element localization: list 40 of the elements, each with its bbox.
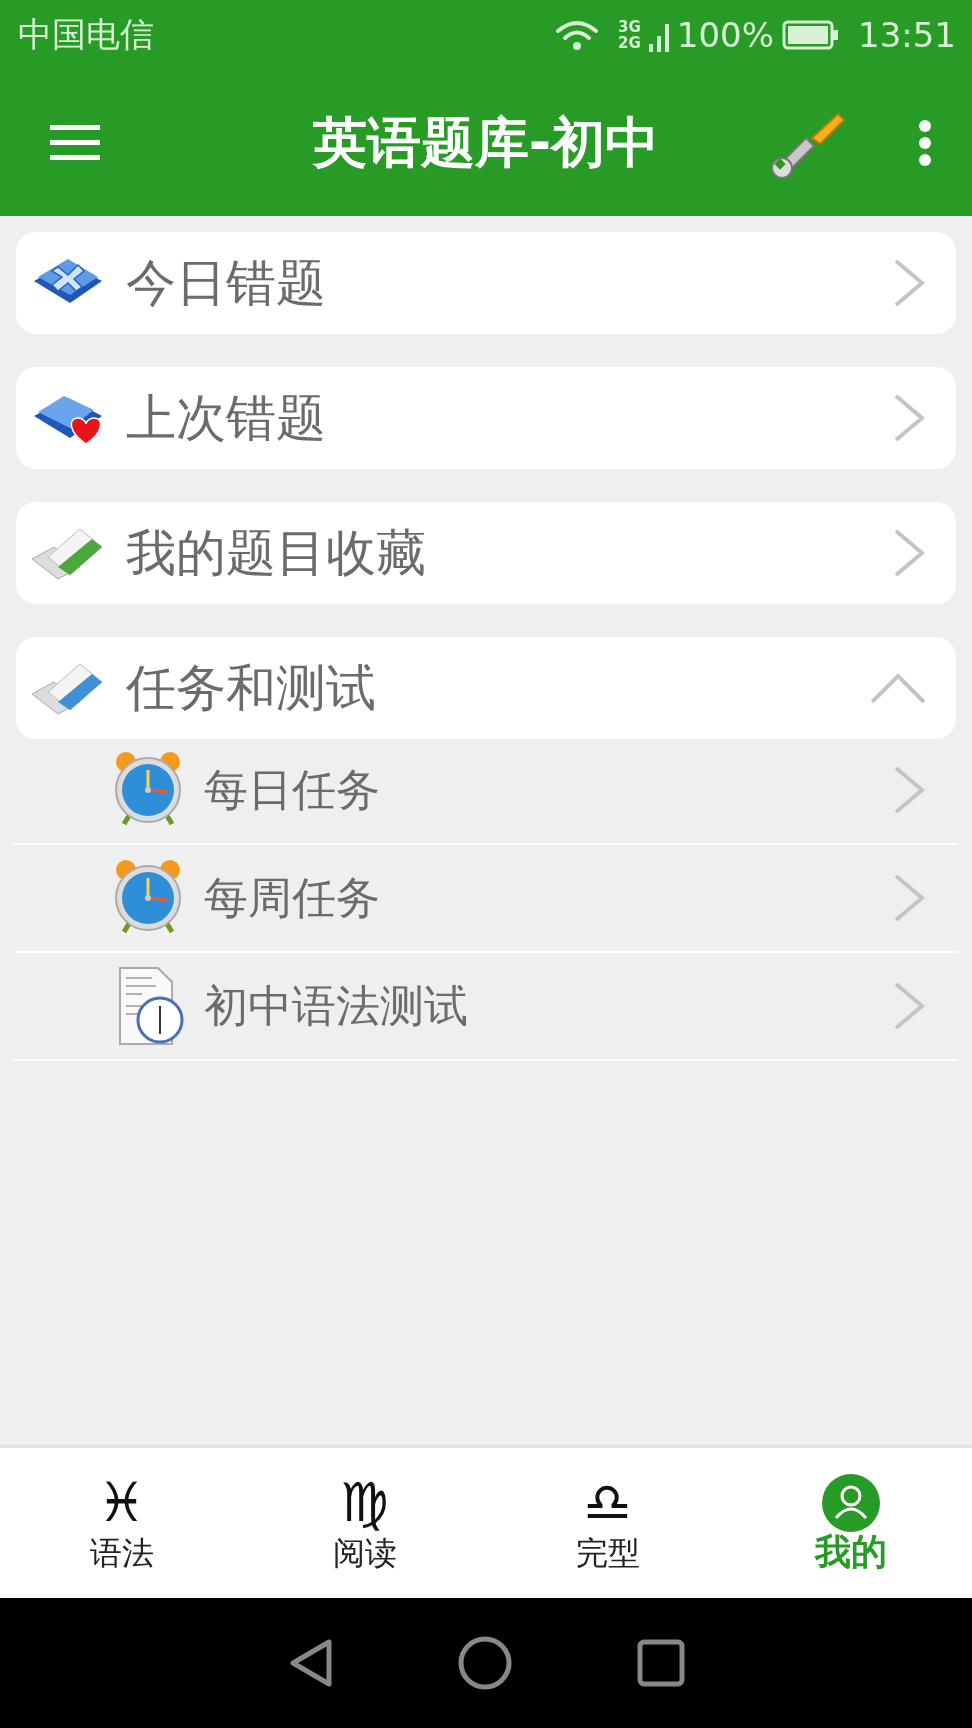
menu-card[interactable]: 上次错题: [16, 367, 956, 469]
clock-time: 13:51: [858, 15, 956, 55]
menu-label: 上次错题: [126, 387, 327, 449]
tab[interactable]: 我的: [729, 1448, 972, 1598]
menu-label: 今日错题: [126, 252, 327, 314]
menu-card[interactable]: 任务和测试: [16, 637, 956, 739]
chevron-right-icon[interactable]: [892, 872, 928, 924]
submenu-row[interactable]: 每日任务: [14, 737, 958, 845]
zodiac-icon: ♍: [340, 1473, 389, 1533]
menu-label: 任务和测试: [126, 657, 377, 719]
submenu-label: 初中语法测试: [204, 978, 469, 1033]
chevron-right-icon[interactable]: [892, 257, 928, 309]
zodiac-icon: ♓: [97, 1473, 146, 1533]
submenu-label: 每周任务: [204, 870, 381, 925]
network-type-label: 2G: [618, 35, 641, 51]
tab[interactable]: ♍ 阅读: [243, 1448, 486, 1598]
chevron-right-icon[interactable]: [892, 392, 928, 444]
menu-label: 我的题目收藏: [126, 522, 427, 584]
network-type-label: 3G: [618, 19, 641, 35]
submenu-row[interactable]: 每周任务: [14, 845, 958, 953]
chevron-right-icon[interactable]: [892, 764, 928, 816]
submenu-row[interactable]: 初中语法测试: [14, 953, 958, 1061]
tab[interactable]: ♓ 语法: [0, 1448, 243, 1598]
tab[interactable]: ♎ 完型: [486, 1448, 729, 1598]
battery-percent: 100%: [676, 15, 774, 55]
submenu-label: 每日任务: [204, 762, 381, 817]
zodiac-icon: ♎: [583, 1473, 632, 1533]
chevron-right-icon[interactable]: [892, 980, 928, 1032]
back-icon[interactable]: [287, 1638, 333, 1688]
menu-card[interactable]: 今日错题: [16, 232, 956, 334]
person-icon: [821, 1474, 880, 1532]
menu-card[interactable]: 我的题目收藏: [16, 502, 956, 604]
chevron-right-icon[interactable]: [892, 527, 928, 579]
recent-apps-icon[interactable]: [637, 1639, 685, 1687]
app-title: 英语题库-初中: [312, 110, 660, 174]
home-icon[interactable]: [458, 1636, 512, 1690]
menu-icon[interactable]: [48, 123, 102, 163]
carrier-name: 中国电信: [18, 13, 154, 56]
battery-icon: [782, 20, 840, 50]
more-options-icon[interactable]: [918, 120, 932, 166]
